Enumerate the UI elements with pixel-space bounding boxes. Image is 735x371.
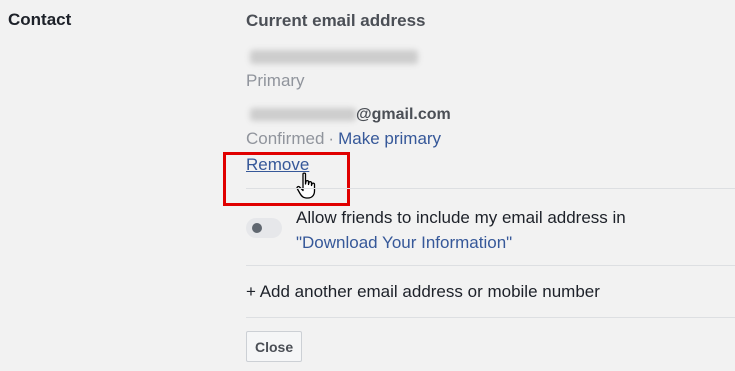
highlight-box	[223, 152, 350, 206]
redacted-primary-email	[250, 50, 418, 64]
divider	[246, 317, 735, 318]
allow-text: Allow friends to include my email addres…	[296, 208, 626, 227]
email-sharing-description: Allow friends to include my email addres…	[296, 205, 626, 255]
divider	[246, 265, 735, 266]
close-button[interactable]: Close	[246, 331, 303, 362]
primary-label: Primary	[246, 71, 305, 90]
download-info-link[interactable]: "Download Your Information"	[296, 230, 626, 255]
email-sharing-toggle[interactable]	[246, 218, 282, 238]
make-primary-link[interactable]: Make primary	[338, 129, 441, 148]
confirmed-label: Confirmed	[246, 129, 325, 148]
toggle-knob	[252, 223, 262, 233]
redacted-secondary-email	[250, 108, 356, 121]
separator-dot: ·	[328, 129, 335, 148]
divider	[246, 188, 735, 189]
hand-cursor-icon	[296, 172, 316, 199]
secondary-email-status: Confirmed · Make primary	[246, 129, 441, 149]
secondary-email-domain: @gmail.com	[356, 106, 451, 123]
current-email-heading: Current email address	[246, 11, 426, 30]
add-contact-link[interactable]: + Add another email address or mobile nu…	[246, 282, 600, 302]
section-label: Contact	[8, 10, 72, 29]
